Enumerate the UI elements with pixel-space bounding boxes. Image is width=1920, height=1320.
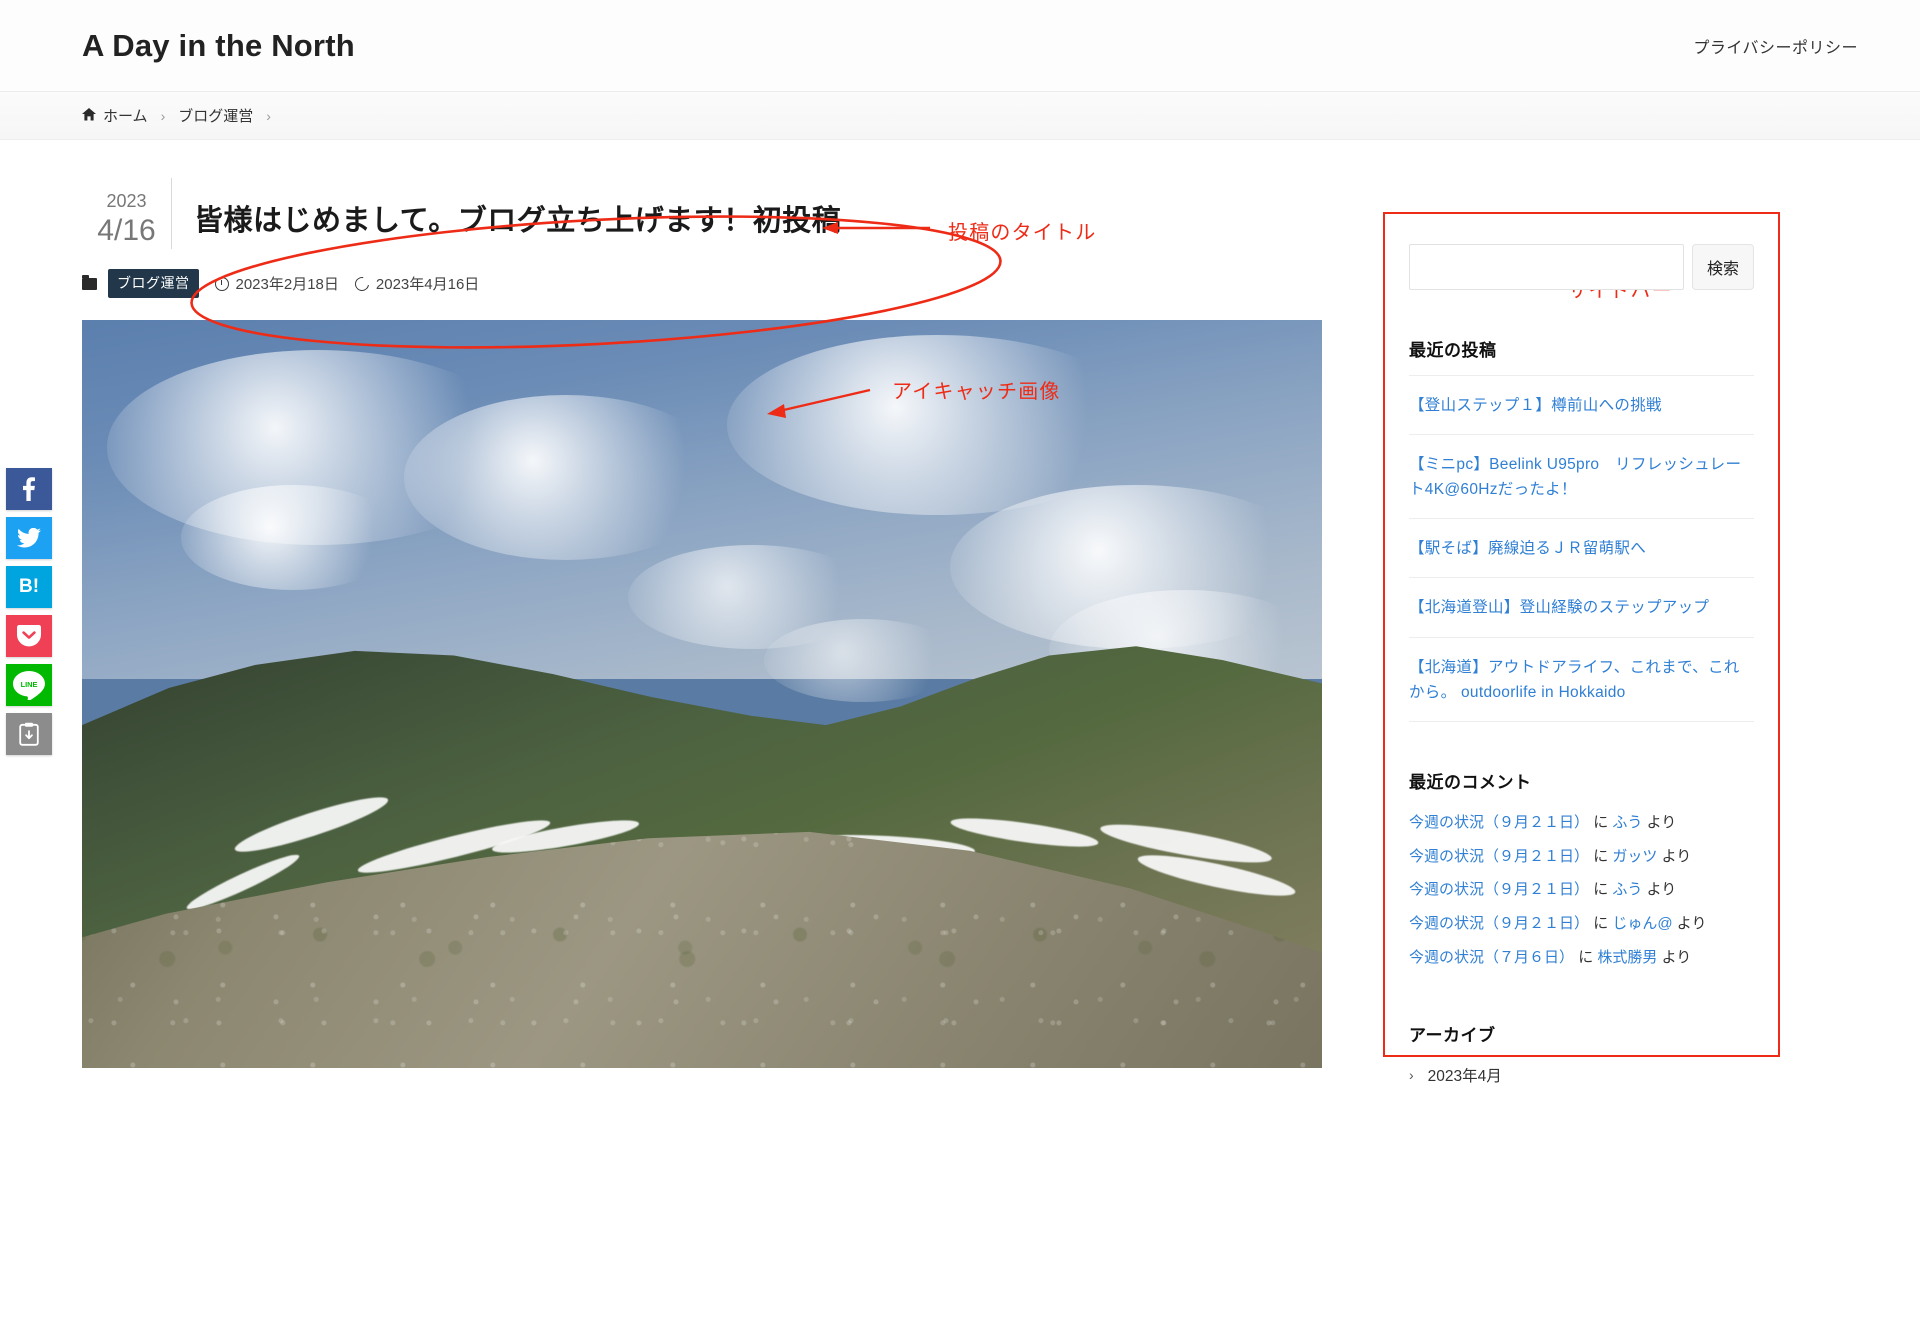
recent-posts-list: 【登山ステップ１】樽前山への挑戦 【ミニpc】Beelink U95pro リフ…	[1409, 375, 1754, 722]
comment-author-link[interactable]: ふう	[1612, 881, 1642, 898]
site-title: A Day in the North	[82, 27, 355, 63]
category-badge[interactable]: ブログ運営	[108, 269, 199, 299]
clock-icon	[214, 276, 229, 291]
recent-post-link[interactable]: 【ミニpc】Beelink U95pro リフレッシュレート4K@60Hzだった…	[1409, 456, 1741, 498]
privacy-policy-link[interactable]: プライバシーポリシー	[1693, 34, 1858, 58]
comment-post-link[interactable]: 今週の状況（９月２１日）	[1409, 848, 1589, 865]
search-submit-button[interactable]: 検索	[1692, 244, 1754, 290]
breadcrumb-separator-icon-2: ›	[266, 107, 271, 124]
social-share-rail: B! LINE	[6, 468, 52, 755]
breadcrumb-item-category[interactable]: ブログ運営	[178, 105, 253, 126]
cloud	[764, 619, 963, 702]
recent-post-link[interactable]: 【駅そば】廃線迫るＪＲ留萌駅へ	[1409, 540, 1646, 557]
list-item: 今週の状況（９月２１日） に ふう より	[1409, 873, 1754, 907]
post-date-year: 2023	[106, 191, 147, 211]
hatena-bookmark-share-button[interactable]: B!	[6, 566, 52, 608]
archives-title: アーカイブ	[1409, 1025, 1496, 1045]
list-item: 【北海道】アウトドアライフ、これまで、これから。 outdoorlife in …	[1409, 636, 1754, 722]
comment-connector: に	[1593, 915, 1609, 933]
search-form: 検索	[1409, 244, 1754, 290]
comment-connector: に	[1593, 813, 1609, 831]
list-item: 今週の状況（９月２１日） に じゅん@ より	[1409, 907, 1754, 941]
snow-patch	[949, 812, 1100, 852]
refresh-icon	[352, 274, 372, 294]
list-item: 【北海道登山】登山経験のステップアップ	[1409, 577, 1754, 636]
recent-post-link[interactable]: 【北海道】アウトドアライフ、これまで、これから。 outdoorlife in …	[1409, 659, 1740, 701]
comment-post-link[interactable]: 今週の状況（９月２１日）	[1409, 881, 1589, 898]
post-title: 皆様はじめまして。ブログ立ち上げます！初投稿	[194, 205, 842, 237]
list-item: 今週の状況（９月２１日） に ふう より	[1409, 806, 1754, 840]
home-icon	[82, 107, 96, 124]
comment-suffix: より	[1676, 915, 1707, 933]
published-date-item: 2023年2月18日	[214, 273, 339, 294]
comment-post-link[interactable]: 今週の状況（９月２１日）	[1409, 915, 1589, 932]
svg-text:LINE: LINE	[21, 680, 38, 689]
header-nav: プライバシーポリシー	[1693, 34, 1858, 58]
chevron-right-icon: ›	[1409, 1066, 1414, 1083]
line-share-button[interactable]: LINE	[6, 664, 52, 706]
list-item: 今週の状況（９月２１日） に ガッツ より	[1409, 840, 1754, 874]
pocket-share-button[interactable]	[6, 615, 52, 657]
folder-icon	[82, 274, 97, 290]
comment-connector: に	[1593, 847, 1609, 865]
comment-author-link[interactable]: じゅん@	[1612, 915, 1672, 932]
copy-link-button[interactable]	[6, 713, 52, 755]
comment-suffix: より	[1646, 881, 1677, 899]
archive-link[interactable]: 2023年4月	[1428, 1064, 1502, 1086]
hatena-b-glyph: B!	[18, 576, 40, 597]
archives-list: › 2023年4月	[1409, 1064, 1754, 1086]
comment-suffix: より	[1661, 948, 1692, 966]
list-item: 今週の状況（７月６日） に 株式勝男 より	[1409, 941, 1754, 975]
recent-post-link[interactable]: 【登山ステップ１】樽前山への挑戦	[1409, 397, 1662, 414]
updated-date: 2023年4月16日	[375, 276, 480, 294]
comment-connector: に	[1593, 881, 1609, 899]
recent-post-link[interactable]: 【北海道登山】登山経験のステップアップ	[1409, 599, 1709, 616]
breadcrumb-separator-icon: ›	[160, 107, 166, 124]
comment-author-link[interactable]: ガッツ	[1612, 848, 1657, 865]
eyecatch-image	[82, 320, 1322, 1069]
comment-post-link[interactable]: 今週の状況（９月２１日）	[1409, 814, 1589, 831]
list-item: 【登山ステップ１】樽前山への挑戦	[1409, 375, 1754, 434]
facebook-share-button[interactable]	[6, 468, 52, 510]
recent-posts-title: 最近の投稿	[1409, 341, 1497, 360]
published-date: 2023年2月18日	[235, 276, 339, 294]
snow-patch	[231, 788, 392, 861]
comment-author-link[interactable]: 株式勝男	[1597, 949, 1657, 966]
site-header: A Day in the North プライバシーポリシー	[0, 0, 1920, 92]
recent-comments-title: 最近のコメント	[1409, 772, 1532, 792]
cloud	[181, 484, 405, 590]
updated-date-item: 2023年4月16日	[352, 273, 480, 294]
main-content: 2023 4/16 皆様はじめまして。ブログ立ち上げます！初投稿 ブログ運営 2…	[0, 140, 1360, 1069]
comment-author-link[interactable]: ふう	[1612, 814, 1642, 831]
comment-connector: に	[1578, 948, 1594, 966]
sidebar-widgets-panel: 検索 最近の投稿 【登山ステップ１】樽前山への挑戦 【ミニpc】Beelink …	[1383, 212, 1780, 1085]
breadcrumb-item-home[interactable]: ホーム	[103, 105, 148, 126]
list-item: 【駅そば】廃線迫るＪＲ留萌駅へ	[1409, 518, 1754, 577]
post-date-monthday: 4/16	[97, 213, 156, 247]
twitter-share-button[interactable]	[6, 517, 52, 559]
search-input[interactable]	[1409, 244, 1684, 290]
comment-suffix: より	[1661, 847, 1692, 865]
post-date: 2023 4/16	[82, 178, 172, 250]
cloud	[404, 395, 727, 560]
post-meta: ブログ運営 2023年2月18日 2023年4月16日	[82, 269, 1360, 299]
list-item[interactable]: › 2023年4月	[1409, 1064, 1754, 1086]
breadcrumb: ホーム › ブログ運営 ›	[0, 92, 1920, 140]
recent-comments-list: 今週の状況（９月２１日） に ふう より 今週の状況（９月２１日） に ガッツ …	[1409, 806, 1754, 975]
comment-post-link[interactable]: 今週の状況（７月６日）	[1409, 949, 1574, 966]
comment-suffix: より	[1646, 813, 1677, 831]
list-item: 【ミニpc】Beelink U95pro リフレッシュレート4K@60Hzだった…	[1409, 434, 1754, 518]
post-header: 2023 4/16 皆様はじめまして。ブログ立ち上げます！初投稿	[82, 178, 1360, 250]
